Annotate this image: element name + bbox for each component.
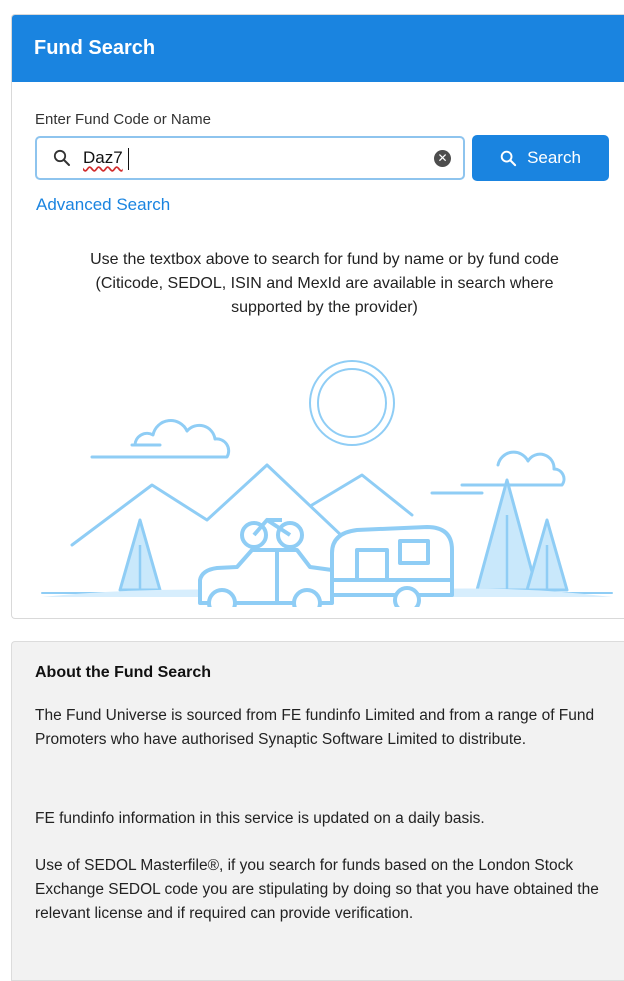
fund-code-label: Enter Fund Code or Name <box>35 111 211 128</box>
fund-search-card: Fund Search Enter Fund Code or Name Daz7… <box>11 14 624 619</box>
about-paragraph-update: FE fundinfo information in this service … <box>35 810 485 827</box>
search-icon <box>53 149 70 166</box>
help-line-3: supported by the provider) <box>231 299 418 316</box>
help-line-1: Use the textbox above to search for fund… <box>90 251 559 268</box>
text-caret <box>128 148 129 170</box>
advanced-search-link[interactable]: Advanced Search <box>36 195 170 215</box>
card-title: Fund Search <box>12 15 624 82</box>
about-paragraph-universe: The Fund Universe is sourced from FE fun… <box>35 707 595 748</box>
about-fund-search-panel: About the Fund Search The Fund Universe … <box>11 641 624 981</box>
search-button-label: Search <box>527 148 581 167</box>
about-title: About the Fund Search <box>35 664 211 681</box>
clear-icon[interactable]: ✕ <box>434 150 451 167</box>
camping-illustration <box>41 360 613 607</box>
about-paragraph-sedol: Use of SEDOL Masterfile®, if you search … <box>35 857 599 922</box>
search-button[interactable]: Search <box>472 135 609 181</box>
search-help-text: Use the textbox above to search for fund… <box>32 248 617 320</box>
fund-search-input[interactable]: Daz7 ✕ <box>35 136 465 180</box>
help-line-2: (Citicode, SEDOL, ISIN and MexId are ava… <box>95 275 554 292</box>
search-icon <box>500 150 517 166</box>
search-input-value: Daz7 <box>83 148 123 167</box>
